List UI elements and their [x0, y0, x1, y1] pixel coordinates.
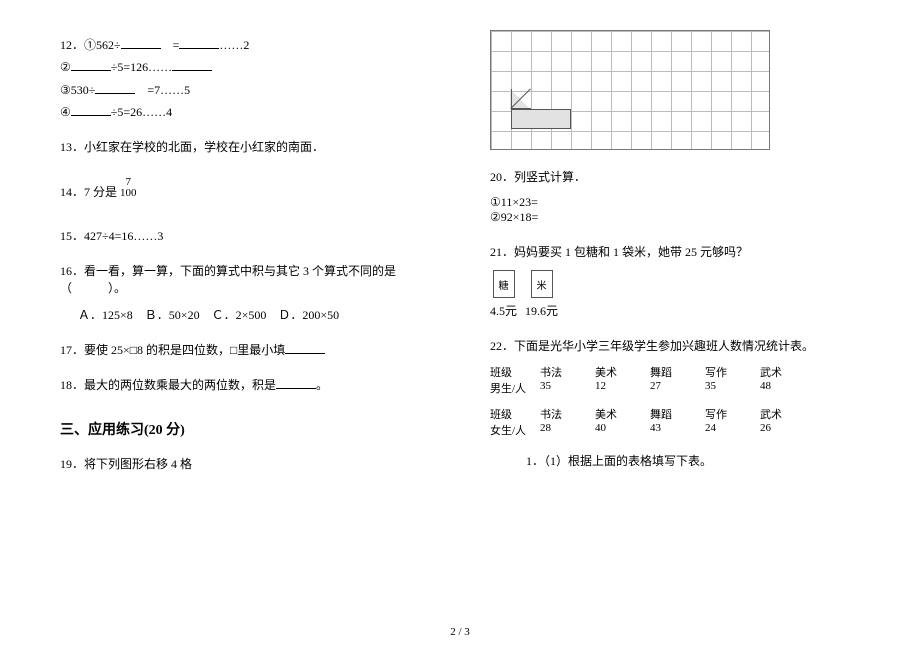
q15: 15．427÷4=16……3 [60, 227, 430, 244]
fraction: 7 100 [120, 177, 137, 199]
q18: 18．最大的两位数乘最大的两位数，积是。 [60, 376, 430, 393]
stats-table-boys: 班级 书法 美术 舞蹈 写作 武术 男生/人 35 12 27 35 48 [490, 364, 860, 396]
blank[interactable] [121, 37, 161, 49]
price-items: 糖 4.5元 米 19.6元 [490, 270, 860, 319]
blank[interactable] [179, 37, 219, 49]
q12: 12．①562÷ =……2 ②÷5=126…… ③530÷ =7……5 ④÷5=… [60, 36, 430, 120]
q14: 14．7 分是 7 100 [60, 173, 430, 209]
grid-figure [490, 30, 770, 150]
rice-price: 19.6元 [525, 302, 558, 319]
sugar-icon: 糖 [493, 270, 515, 298]
q12-label: 12． [60, 38, 84, 52]
q17: 17．要使 25×□8 的积是四位数，□里最小填 [60, 341, 430, 358]
q20: 20．列竖式计算． ①11×23= ②92×18= [490, 168, 860, 225]
blank[interactable] [276, 377, 316, 389]
stats-table-girls: 班级 书法 美术 舞蹈 写作 武术 女生/人 28 40 43 24 26 [490, 406, 860, 438]
rice-icon: 米 [531, 270, 553, 298]
page-number: 2 / 3 [0, 626, 920, 638]
blank[interactable] [71, 59, 111, 71]
q22: 22．下面是光华小学三年级学生参加兴趣班人数情况统计表。 班级 书法 美术 舞蹈… [490, 337, 860, 469]
blank[interactable] [95, 82, 135, 94]
q21: 21．妈妈要买 1 包糖和 1 袋米，她带 25 元够吗？ 糖 4.5元 米 1… [490, 243, 860, 319]
q16: 16．看一看，算一算，下面的算式中积与其它 3 个算式不同的是（ ）。 Ａ．12… [60, 262, 430, 323]
section-3-heading: 三、应用练习(20 分) [60, 419, 430, 439]
q13: 13．小红家在学校的北面，学校在小红家的南面． [60, 138, 430, 155]
blank[interactable] [285, 342, 325, 354]
q19: 19．将下列图形右移 4 格 [60, 455, 430, 472]
q22-sub1: 1．（1）根据上面的表格填写下表。 [526, 452, 860, 469]
sugar-price: 4.5元 [490, 302, 517, 319]
shape [511, 89, 571, 129]
blank[interactable] [71, 104, 111, 116]
blank[interactable] [172, 59, 212, 71]
